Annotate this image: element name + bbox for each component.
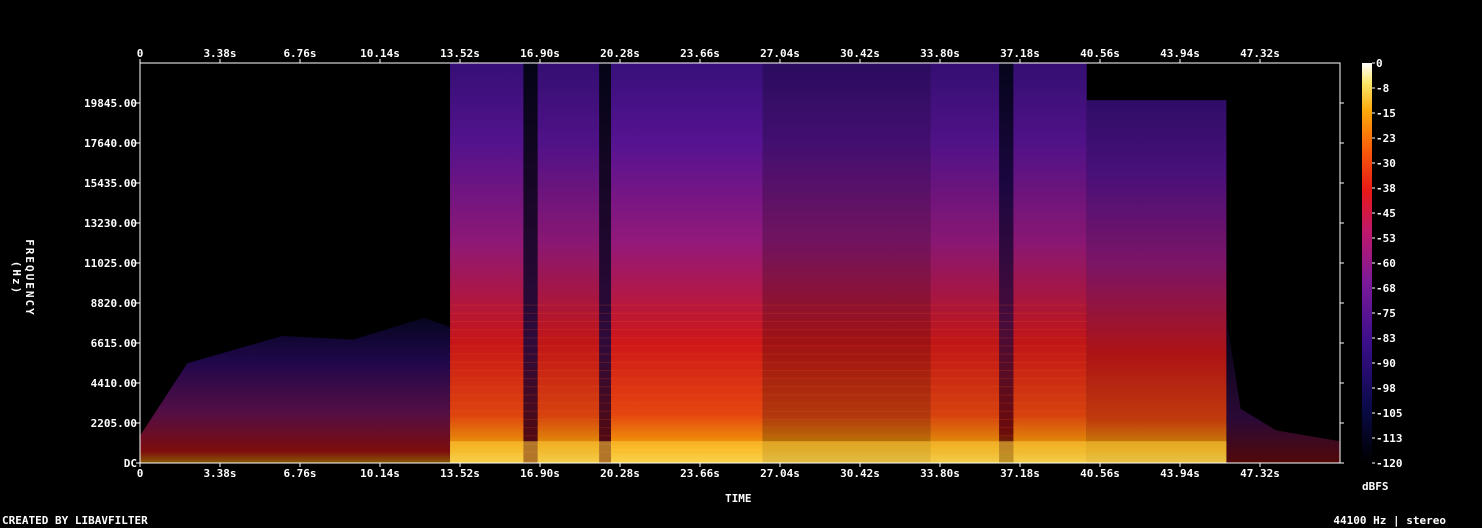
y-tick-label: 8820.00 [91,297,137,310]
x-tick-label-top: 10.14s [360,47,400,60]
x-tick-label-top: 30.42s [840,47,880,60]
x-tick-label-bottom: 37.18s [1000,467,1040,480]
colorbar-tick-label: -38 [1376,182,1396,195]
x-tick-label-top: 13.52s [440,47,480,60]
x-tick-label-top: 16.90s [520,47,560,60]
colorbar-tick-label: 0 [1376,57,1383,70]
x-axis-label: TIME [725,492,752,505]
x-tick-label-top: 40.56s [1080,47,1120,60]
colorbar-unit: dBFS [1362,480,1389,493]
colorbar-tick-label: -23 [1376,132,1396,145]
plot-area [139,62,1341,464]
colorbar-tick-label: -15 [1376,107,1396,120]
x-tick-label-bottom: 30.42s [840,467,880,480]
colorbar-tick-label: -120 [1376,457,1403,470]
colorbar-tick-label: -75 [1376,307,1396,320]
footer-sample-info: 44100 Hz | stereo [1333,514,1446,527]
x-tick-label-top: 6.76s [283,47,316,60]
colorbar-tick-label: -30 [1376,157,1396,170]
x-tick-label-bottom: 40.56s [1080,467,1120,480]
colorbar-tick-label: -105 [1376,407,1403,420]
x-tick-label-bottom: 33.80s [920,467,960,480]
x-tick-label-bottom: 0 [137,467,144,480]
x-tick-label-bottom: 16.90s [520,467,560,480]
x-tick-label-bottom: 47.32s [1240,467,1280,480]
x-tick-label-bottom: 13.52s [440,467,480,480]
x-tick-label-bottom: 27.04s [760,467,800,480]
y-tick-label: DC [124,457,137,470]
x-tick-label-bottom: 3.38s [203,467,236,480]
y-tick-label: 19845.00 [84,97,137,110]
colorbar-tick-label: -90 [1376,357,1396,370]
low-frequency-band [450,441,1227,463]
x-tick-label-top: 23.66s [680,47,720,60]
y-tick-label: 2205.00 [91,417,137,430]
y-tick-label: 15435.00 [84,177,137,190]
footer-created-by: CREATED BY LIBAVFILTER [2,514,148,527]
x-tick-label-top: 27.04s [760,47,800,60]
y-tick-label: 11025.00 [84,257,137,270]
x-tick-label-top: 33.80s [920,47,960,60]
colorbar: 0 -8 -15 -23 -30 -38 -45 -53 -60 -68 -75 -83 -90 -98 -… [1362,57,1403,470]
colorbar-tick-label: -98 [1376,382,1396,395]
spectrogram-segment [1086,100,1227,464]
colorbar-tick-label: -60 [1376,257,1396,270]
colorbar-tick-label: -113 [1376,432,1403,445]
colorbar-gradient [1362,63,1372,463]
x-tick-label-top: 43.94s [1160,47,1200,60]
colorbar-tick-label: -83 [1376,332,1396,345]
y-tick-label: 4410.00 [91,377,137,390]
x-tick-label-bottom: 23.66s [680,467,720,480]
x-tick-label-bottom: 10.14s [360,467,400,480]
x-tick-label-top: 37.18s [1000,47,1040,60]
x-tick-label-bottom: 20.28s [600,467,640,480]
x-tick-label-bottom: 43.94s [1160,467,1200,480]
y-tick-label: 6615.00 [91,337,137,350]
x-tick-label-top: 3.38s [203,47,236,60]
x-tick-label-top: 47.32s [1240,47,1280,60]
y-tick-label: 17640.00 [84,137,137,150]
spectrogram-chart: 0 0 3.38s 3.38s 6.76s 6.76s 10.14s 10.14s 13.52s… [84,47,1403,480]
y-tick-label: 13230.00 [84,217,137,230]
x-tick-label-bottom: 6.76s [283,467,316,480]
colorbar-tick-label: -45 [1376,207,1396,220]
colorbar-tick-label: -53 [1376,232,1396,245]
colorbar-tick-label: -8 [1376,82,1389,95]
x-tick-label-top: 0 [137,47,144,60]
y-axis-label: FREQUENCY (Hz) [10,239,36,317]
x-tick-label-top: 20.28s [600,47,640,60]
colorbar-tick-label: -68 [1376,282,1396,295]
